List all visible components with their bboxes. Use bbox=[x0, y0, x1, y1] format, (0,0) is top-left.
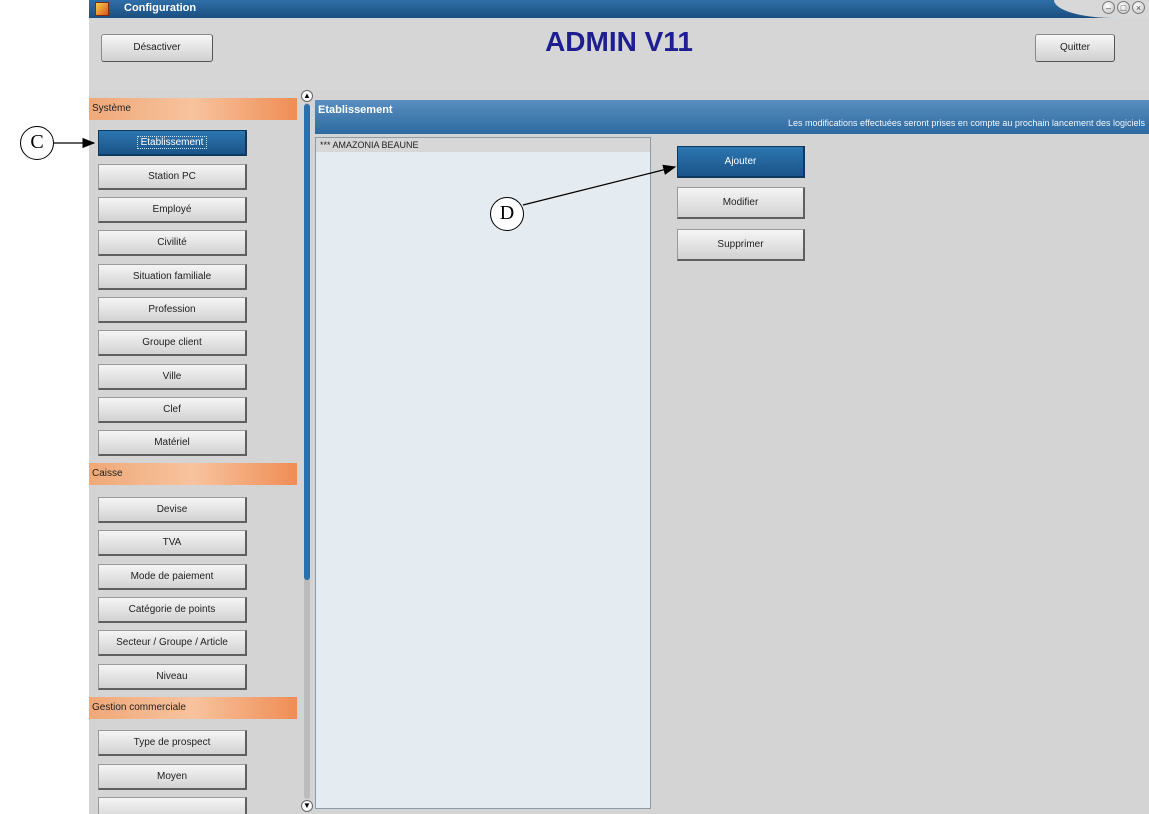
sidebar: Système Etablissement Station PC Employé… bbox=[89, 90, 297, 814]
sidebar-item-devise[interactable]: Devise bbox=[98, 497, 247, 523]
scrollbar-thumb[interactable] bbox=[304, 104, 310, 580]
sidebar-item-label: Etablissement bbox=[136, 136, 208, 149]
sidebar-item-materiel[interactable]: Matériel bbox=[98, 430, 247, 456]
etablissement-list[interactable]: *** AMAZONIA BEAUNE bbox=[315, 137, 651, 809]
modify-button[interactable]: Modifier bbox=[677, 187, 805, 219]
sidebar-item-ville[interactable]: Ville bbox=[98, 364, 247, 390]
sidebar-item-situation-familiale[interactable]: Situation familiale bbox=[98, 264, 247, 290]
sidebar-item-clef[interactable]: Clef bbox=[98, 397, 247, 423]
section-header-systeme[interactable]: Système bbox=[89, 98, 297, 120]
maximize-icon[interactable]: □ bbox=[1117, 1, 1130, 14]
sidebar-item-etablissement[interactable]: Etablissement bbox=[98, 130, 247, 156]
sidebar-item-categorie-de-points[interactable]: Catégorie de points bbox=[98, 597, 247, 623]
scroll-down-icon[interactable]: ▼ bbox=[301, 800, 313, 812]
section-header-gestion-commerciale[interactable]: Gestion commerciale bbox=[89, 697, 297, 719]
configuration-window: Configuration – □ × Désactiver ADMIN V11… bbox=[89, 0, 1149, 814]
sidebar-item-employe[interactable]: Employé bbox=[98, 197, 247, 223]
sidebar-item-niveau[interactable]: Niveau bbox=[98, 664, 247, 690]
sidebar-item-station-pc[interactable]: Station PC bbox=[98, 164, 247, 190]
panel-note: Les modifications effectuées seront pris… bbox=[787, 118, 1145, 128]
annotation-c: C bbox=[20, 126, 54, 160]
sidebar-item-profession[interactable]: Profession bbox=[98, 297, 247, 323]
annotation-d: D bbox=[490, 197, 524, 231]
delete-button[interactable]: Supprimer bbox=[677, 229, 805, 261]
close-icon[interactable]: × bbox=[1132, 1, 1145, 14]
sidebar-item-type-de-prospect[interactable]: Type de prospect bbox=[98, 730, 247, 756]
window-controls: – □ × bbox=[1102, 1, 1145, 14]
list-item[interactable]: *** AMAZONIA BEAUNE bbox=[316, 138, 650, 152]
app-title: ADMIN V11 bbox=[545, 26, 693, 57]
sidebar-item-moyen[interactable]: Moyen bbox=[98, 764, 247, 790]
section-header-caisse[interactable]: Caisse bbox=[89, 463, 297, 485]
add-button[interactable]: Ajouter bbox=[677, 146, 805, 178]
sidebar-item-secteur-groupe-article[interactable]: Secteur / Groupe / Article bbox=[98, 630, 247, 656]
sidebar-item-partial[interactable] bbox=[98, 797, 247, 814]
app-icon bbox=[95, 2, 109, 16]
minimize-icon[interactable]: – bbox=[1102, 1, 1115, 14]
panel-header: Etablissement Les modifications effectué… bbox=[315, 100, 1149, 134]
title-bar: Configuration – □ × bbox=[89, 0, 1149, 18]
sidebar-item-groupe-client[interactable]: Groupe client bbox=[98, 330, 247, 356]
sidebar-item-tva[interactable]: TVA bbox=[98, 530, 247, 556]
scroll-up-icon[interactable]: ▲ bbox=[301, 90, 313, 102]
quit-button[interactable]: Quitter bbox=[1035, 34, 1115, 62]
window-title: Configuration bbox=[124, 2, 197, 14]
panel-title: Etablissement bbox=[318, 104, 393, 116]
sidebar-item-mode-de-paiement[interactable]: Mode de paiement bbox=[98, 564, 247, 590]
header: Désactiver ADMIN V11 Quitter bbox=[89, 18, 1149, 90]
sidebar-item-civilite[interactable]: Civilité bbox=[98, 230, 247, 256]
sidebar-scrollbar[interactable]: ▲ ▼ bbox=[301, 90, 313, 814]
